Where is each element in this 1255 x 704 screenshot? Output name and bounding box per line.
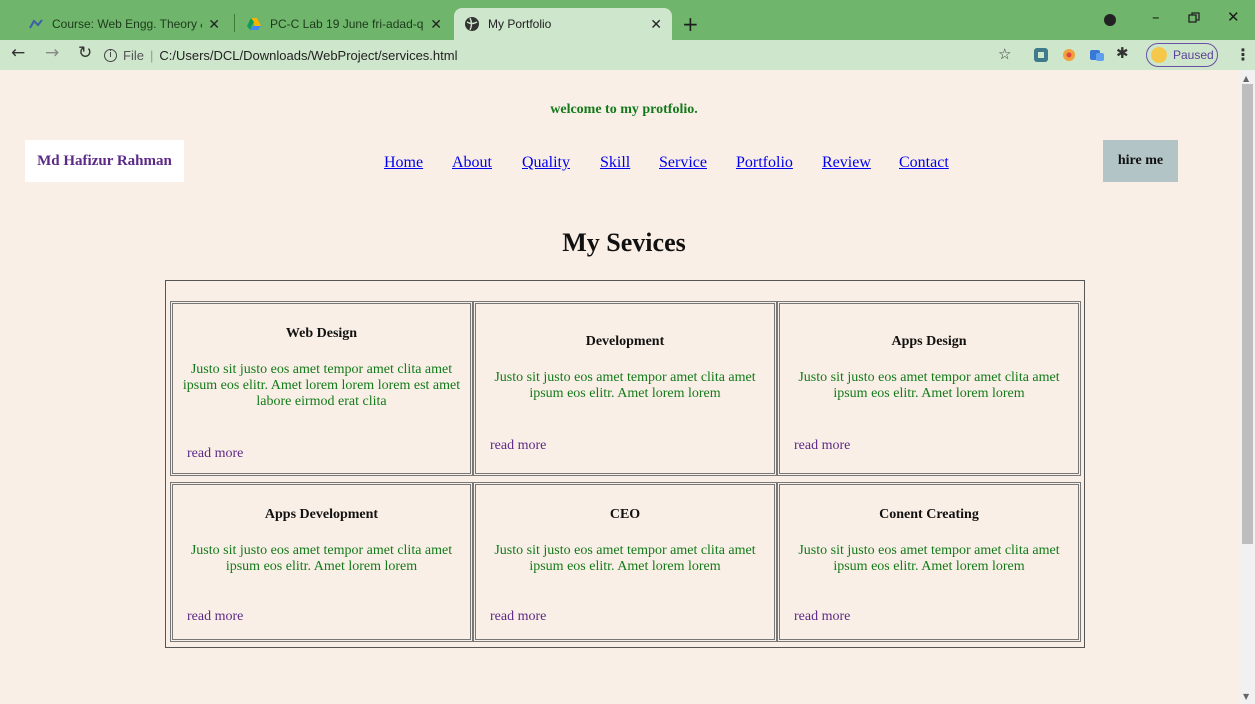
extensions-puzzle-icon[interactable]: ✱ <box>1116 44 1129 62</box>
profile-icon[interactable] <box>1103 13 1117 27</box>
service-description: Justo sit justo eos amet tempor amet cli… <box>798 543 1060 574</box>
nav-skill[interactable]: Skill <box>600 154 630 172</box>
service-description: Justo sit justo eos amet tempor amet cli… <box>182 362 461 409</box>
forward-arrow-icon[interactable]: → <box>45 43 59 63</box>
close-window-icon[interactable]: ✕ <box>1227 8 1240 26</box>
tab-title: PC-C Lab 19 June fri-adad-qmw <box>270 17 424 31</box>
avatar <box>1151 47 1167 63</box>
service-title: Web Design <box>285 326 358 341</box>
moodle-icon <box>29 19 43 29</box>
tab-title: My Portfolio <box>488 17 552 31</box>
tab-my-portfolio[interactable]: My Portfolio ✕ <box>454 8 672 40</box>
nav-review[interactable]: Review <box>822 154 871 172</box>
read-more-link[interactable]: read more <box>794 609 850 625</box>
tab-drive[interactable]: PC-C Lab 19 June fri-adad-qmw ✕ <box>236 8 452 40</box>
close-icon[interactable]: ✕ <box>430 16 442 33</box>
tab-strip: Course: Web Engg. Theory & Lab ✕ PC-C La… <box>0 0 1255 40</box>
info-icon[interactable]: i <box>104 48 117 62</box>
restore-icon[interactable] <box>1188 12 1200 24</box>
service-description: Justo sit justo eos amet tempor amet cli… <box>494 543 756 574</box>
nav-about[interactable]: About <box>452 154 492 172</box>
page-viewport: welcome to my protfolio. Md Hafizur Rahm… <box>0 70 1240 704</box>
tab-course[interactable]: Course: Web Engg. Theory & Lab ✕ <box>18 8 230 40</box>
services-table: Web Design Justo sit justo eos amet temp… <box>165 280 1085 648</box>
browser-toolbar: ← → ↻ i File | C:/Users/DCL/Downloads/We… <box>0 40 1255 70</box>
page-title: My Sevices <box>562 228 686 257</box>
service-title: Conent Creating <box>879 507 979 522</box>
url-text: C:/Users/DCL/Downloads/WebProject/servic… <box>159 47 458 63</box>
hire-me-button[interactable]: hire me <box>1103 140 1178 182</box>
close-icon[interactable]: ✕ <box>208 16 220 33</box>
service-card-apps-development: Apps Development Justo sit justo eos ame… <box>170 482 473 642</box>
nav-portfolio[interactable]: Portfolio <box>736 154 793 172</box>
new-tab-button[interactable]: + <box>682 12 699 36</box>
service-title: Development <box>585 334 665 349</box>
paused-label: Paused <box>1173 48 1214 62</box>
nav-contact[interactable]: Contact <box>899 154 949 172</box>
profile-paused-button[interactable]: Paused <box>1146 43 1218 67</box>
google-drive-icon <box>247 18 261 30</box>
url-divider: | <box>149 47 154 63</box>
nav-quality[interactable]: Quality <box>522 154 570 172</box>
service-card-ceo: CEO Justo sit justo eos amet tempor amet… <box>473 482 777 642</box>
tab-separator <box>234 14 235 32</box>
scroll-up-arrow-icon[interactable]: ▲ <box>1243 74 1249 83</box>
service-card-content-creating: Conent Creating Justo sit justo eos amet… <box>777 482 1081 642</box>
close-icon[interactable]: ✕ <box>650 16 662 33</box>
scrollbar-thumb[interactable] <box>1242 84 1253 544</box>
translate-extension-icon[interactable] <box>1088 46 1106 64</box>
service-description: Justo sit justo eos amet tempor amet cli… <box>494 370 756 401</box>
minimize-icon[interactable]: – <box>1152 8 1160 26</box>
address-bar[interactable]: i File | C:/Users/DCL/Downloads/WebProje… <box>104 42 1024 68</box>
tab-title: Course: Web Engg. Theory & Lab <box>52 17 202 31</box>
read-more-link[interactable]: read more <box>187 609 243 625</box>
reload-icon[interactable]: ↻ <box>78 43 92 63</box>
read-more-link[interactable]: read more <box>187 446 243 462</box>
back-arrow-icon[interactable]: ← <box>11 43 25 63</box>
scroll-down-arrow-icon[interactable]: ▼ <box>1243 692 1249 701</box>
service-card-web-design: Web Design Justo sit justo eos amet temp… <box>170 301 473 476</box>
nav-service[interactable]: Service <box>659 154 707 172</box>
read-more-link[interactable]: read more <box>490 438 546 454</box>
screenshot-extension-icon[interactable] <box>1032 46 1050 64</box>
service-title: Apps Development <box>264 507 379 522</box>
service-card-development: Development Justo sit justo eos amet tem… <box>473 301 777 476</box>
nav-home[interactable]: Home <box>384 154 423 172</box>
bookmark-star-icon[interactable]: ☆ <box>998 45 1011 63</box>
globe-icon <box>465 17 479 31</box>
record-extension-icon[interactable] <box>1060 46 1078 64</box>
brand-logo[interactable]: Md Hafizur Rahman <box>25 140 184 182</box>
service-description: Justo sit justo eos amet tempor amet cli… <box>798 370 1060 401</box>
more-menu-icon[interactable]: ⋮ <box>1235 45 1251 64</box>
service-title: CEO <box>609 507 641 522</box>
service-description: Justo sit justo eos amet tempor amet cli… <box>190 543 453 574</box>
service-card-apps-design: Apps Design Justo sit justo eos amet tem… <box>777 301 1081 476</box>
service-title: Apps Design <box>891 334 967 349</box>
url-scheme: File <box>123 47 144 63</box>
read-more-link[interactable]: read more <box>490 609 546 625</box>
read-more-link[interactable]: read more <box>794 438 850 454</box>
welcome-text: welcome to my protfolio. <box>550 102 698 117</box>
